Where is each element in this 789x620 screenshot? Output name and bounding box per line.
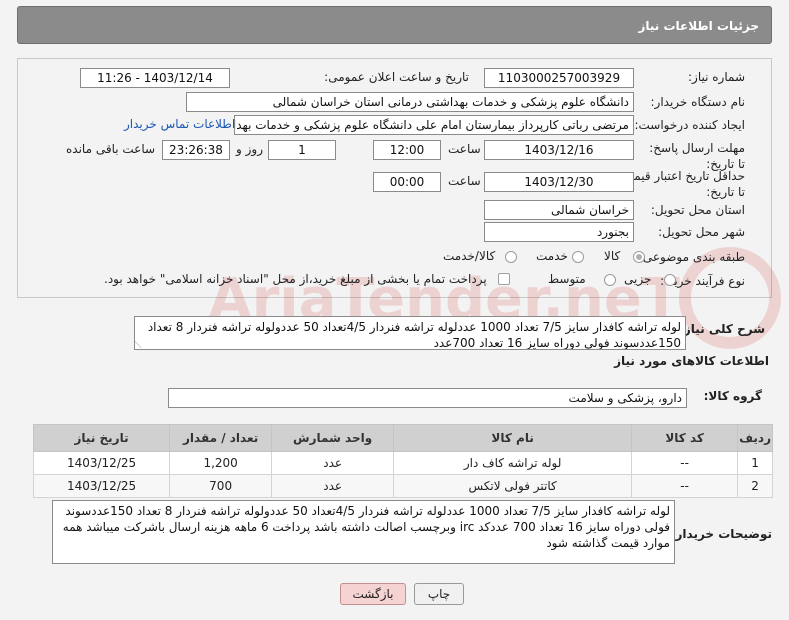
goods-section-title: اطلاعات کالاهای مورد نیاز	[614, 354, 769, 368]
announce-field: 1403/12/14 - 11:26	[80, 68, 230, 88]
category-radio-goods[interactable]	[633, 251, 645, 263]
category-option-both: کالا/خدمت	[443, 249, 496, 263]
remaining-label: ساعت باقی مانده	[66, 142, 156, 156]
purchase-option-minor: جزیی	[624, 272, 652, 286]
cell-item-code: --	[631, 474, 739, 498]
province-label: استان محل تحویل:	[650, 203, 745, 217]
page-title: جزئیات اطلاعات نیاز	[17, 6, 772, 44]
price-date-field: 1403/12/30	[484, 172, 634, 192]
goods-group-label: گروه کالا:	[703, 389, 762, 403]
col-row-number: ردیف	[737, 424, 773, 452]
days-field: 1	[268, 140, 336, 160]
col-unit: واحد شمارش	[271, 424, 395, 452]
cell-need-date: 1403/12/25	[32, 451, 171, 475]
cell-item-name: کاتتر فولی لاتکس	[393, 474, 633, 498]
reply-time-field: 12:00	[373, 140, 441, 160]
col-item-name: نام کالا	[393, 424, 633, 452]
cell-unit: عدد	[271, 451, 395, 475]
description-label: شرح کلی نیاز:	[679, 322, 765, 336]
buyer-org-field: دانشگاه علوم پزشکی و خدمات بهداشتی درمان…	[186, 92, 634, 112]
table-row: 2 -- کاتتر فولی لاتکس عدد 700 1403/12/25	[32, 474, 773, 498]
city-label: شهر محل تحویل:	[658, 225, 745, 239]
treasury-checkbox[interactable]	[498, 273, 510, 285]
cell-unit: عدد	[271, 474, 395, 498]
price-time-label: ساعت	[448, 174, 481, 188]
price-time-field: 00:00	[373, 172, 441, 192]
cell-row-number: 1	[737, 451, 773, 475]
goods-table: ردیف کد کالا نام کالا واحد شمارش تعداد /…	[32, 424, 773, 498]
category-option-service: خدمت	[536, 249, 568, 263]
need-number-field: 1103000257003929	[484, 68, 634, 88]
print-button[interactable]: چاپ	[414, 583, 464, 605]
treasury-note: پرداخت تمام یا بخشی از مبلغ خرید،از محل …	[104, 272, 487, 286]
goods-group-field: دارو، پزشکی و سلامت	[168, 388, 687, 408]
creator-label: ایجاد کننده درخواست:	[634, 118, 745, 132]
days-label: روز و	[236, 142, 263, 156]
category-radio-both[interactable]	[505, 251, 517, 263]
province-field: خراسان شمالی	[484, 200, 634, 220]
back-button[interactable]: بازگشت	[340, 583, 406, 605]
cell-item-code: --	[631, 451, 739, 475]
purchase-radio-minor[interactable]	[664, 274, 676, 286]
purchase-option-medium: متوسط	[548, 272, 586, 286]
cell-item-name: لوله تراشه کاف دار	[393, 451, 633, 475]
remaining-time-field: 23:26:38	[162, 140, 230, 160]
description-textarea: لوله تراشه کافدار سایز 7/5 تعداد 1000 عد…	[134, 316, 686, 350]
cell-quantity: 700	[169, 474, 273, 498]
buyer-notes-text: لوله تراشه کافدار سایز 7/5 تعداد 1000 عد…	[62, 504, 670, 550]
category-label: طبقه بندی موضوعی:	[638, 250, 745, 264]
col-item-code: کد کالا	[631, 424, 739, 452]
table-row: 1 -- لوله تراشه کاف دار عدد 1,200 1403/1…	[32, 451, 773, 475]
category-radio-service[interactable]	[572, 251, 584, 263]
price-validity-label: حداقل تاریخ اعتبار قیمت: تا تاریخ:	[618, 169, 745, 199]
description-text: لوله تراشه کافدار سایز 7/5 تعداد 1000 عد…	[147, 320, 681, 350]
col-need-date: تاریخ نیاز	[32, 424, 171, 452]
purchase-radio-medium[interactable]	[604, 274, 616, 286]
col-quantity: تعداد / مقدار	[169, 424, 273, 452]
cell-need-date: 1403/12/25	[32, 474, 171, 498]
reply-date-field: 1403/12/16	[484, 140, 634, 160]
buyer-org-label: نام دستگاه خریدار:	[650, 95, 746, 109]
buyer-notes-textarea: لوله تراشه کافدار سایز 7/5 تعداد 1000 عد…	[52, 500, 675, 564]
cell-row-number: 2	[737, 474, 773, 498]
resize-grip-icon[interactable]	[135, 340, 149, 348]
need-number-label: شماره نیاز:	[688, 70, 745, 84]
creator-field: مرتضی رباتی کارپرداز بیمارستان امام علی …	[234, 115, 634, 135]
contact-buyer-link[interactable]: اطلاعات تماس خریدار	[124, 117, 235, 131]
buyer-notes-label: توضیحات خریدار:	[670, 527, 772, 541]
category-option-goods: کالا	[604, 249, 621, 263]
reply-time-label: ساعت	[448, 142, 481, 156]
announce-label: تاریخ و ساعت اعلان عمومی:	[324, 70, 469, 84]
cell-quantity: 1,200	[169, 451, 273, 475]
city-field: بجنورد	[484, 222, 634, 242]
